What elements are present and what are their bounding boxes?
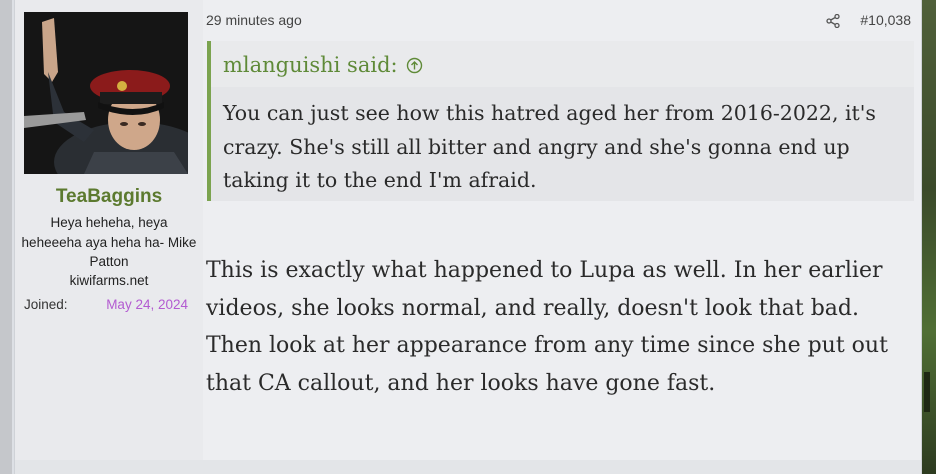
- edge-notch: [924, 372, 930, 412]
- quote-author-name: mlanguishi said:: [223, 53, 398, 77]
- arrow-up-circle-icon[interactable]: [406, 57, 423, 74]
- user-banner: kiwifarms.net: [69, 273, 149, 288]
- post-footer-band: [15, 460, 921, 474]
- user-info-column: TeaBaggins Heya heheha, heya heheeeha ay…: [15, 0, 203, 474]
- post-main-column: 29 minutes ago #10,038 mlanguishi said: …: [205, 0, 921, 474]
- avatar[interactable]: [24, 12, 188, 174]
- avatar-image: [24, 12, 188, 174]
- quote-header: mlanguishi said:: [211, 41, 914, 87]
- user-title: Heya heheha, heya heheeeha aya heha ha- …: [21, 215, 197, 269]
- quote-block: mlanguishi said: You can just see how th…: [207, 41, 914, 201]
- username[interactable]: TeaBaggins: [15, 186, 203, 208]
- post-time[interactable]: 29 minutes ago: [206, 12, 302, 28]
- joined-date[interactable]: May 24, 2024: [106, 297, 188, 312]
- post-message: This is exactly what happened to Lupa as…: [206, 258, 888, 396]
- joined-row: Joined: May 24, 2024: [24, 297, 188, 312]
- page-edge-decoration: [920, 0, 936, 474]
- quote-text: You can just see how this hatred aged he…: [223, 101, 876, 192]
- joined-label: Joined:: [24, 297, 68, 312]
- forum-post: TeaBaggins Heya heheha, heya heheeeha ay…: [14, 0, 922, 474]
- quote-author-link[interactable]: mlanguishi said:: [223, 53, 423, 77]
- share-icon[interactable]: [826, 14, 840, 28]
- post-number-link[interactable]: #10,038: [860, 12, 911, 28]
